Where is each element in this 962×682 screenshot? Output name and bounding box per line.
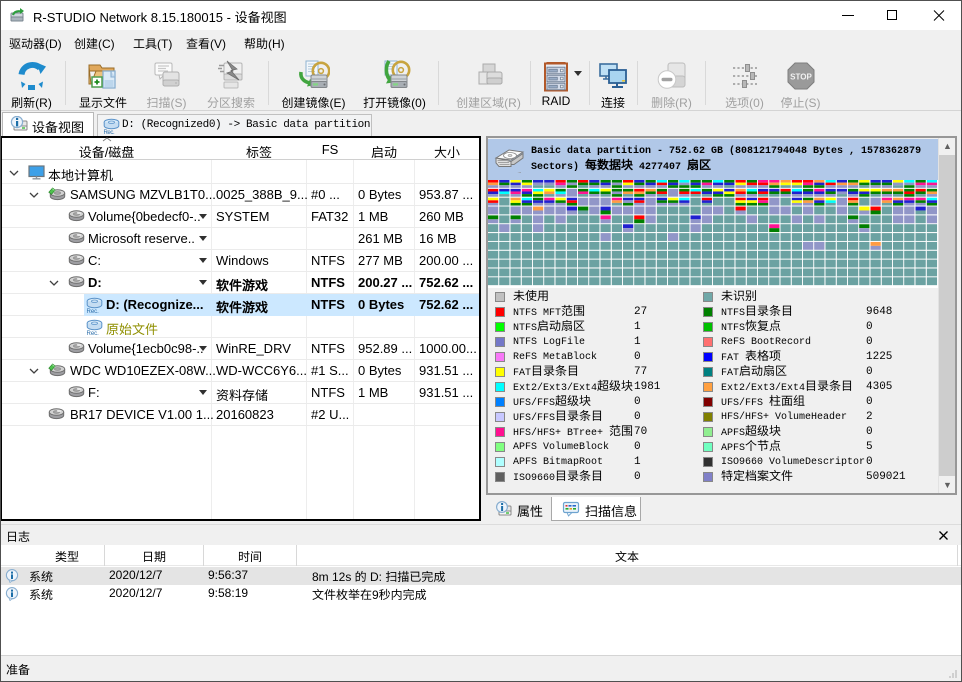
svg-text:STOP: STOP bbox=[790, 73, 812, 82]
svg-text:Rec.: Rec. bbox=[104, 130, 115, 134]
svg-text:Rec.: Rec. bbox=[87, 331, 100, 335]
svg-text:Rec.: Rec. bbox=[87, 309, 100, 313]
